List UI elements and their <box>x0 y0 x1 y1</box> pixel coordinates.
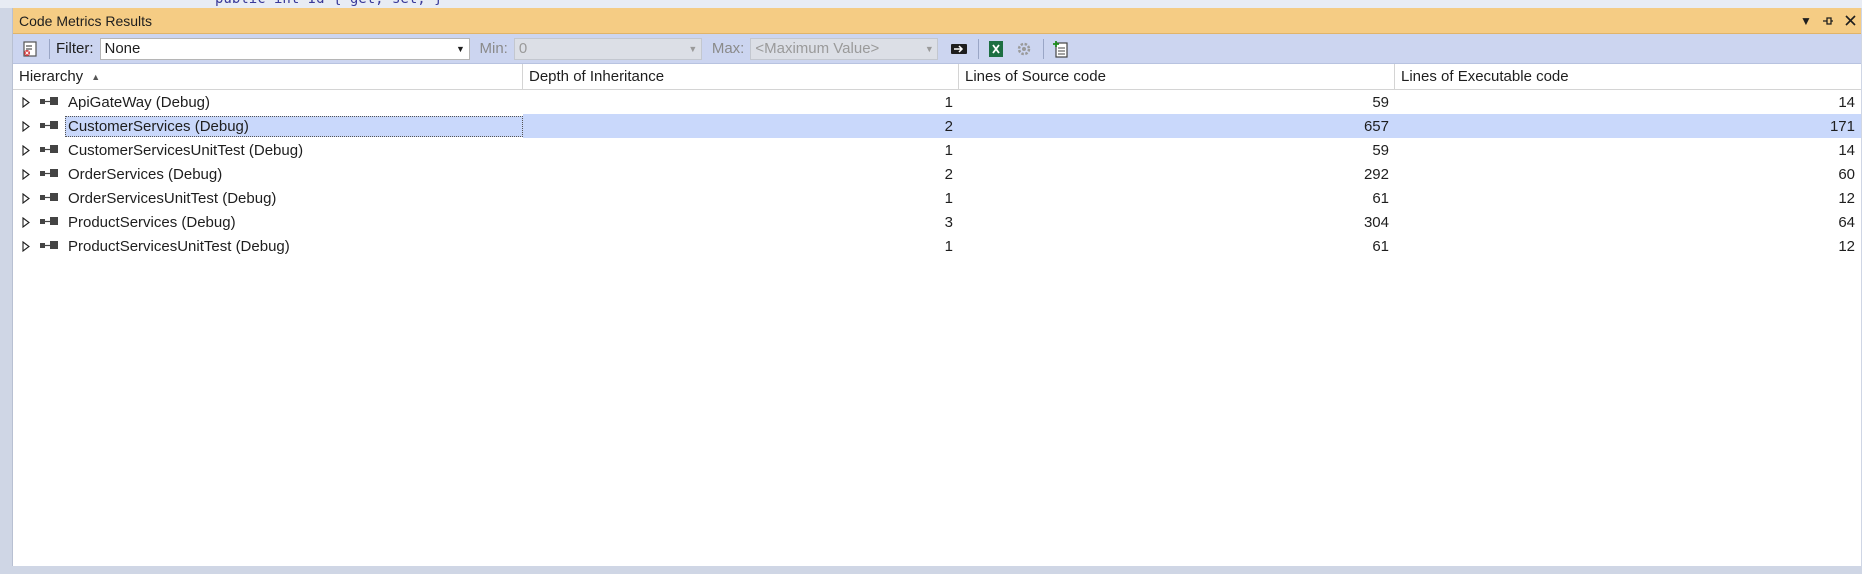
status-strip <box>0 566 1862 574</box>
column-header-label: Depth of Inheritance <box>529 68 665 85</box>
expand-arrow-icon[interactable] <box>19 167 33 181</box>
source-lines-cell: 59 <box>1372 141 1389 159</box>
row-name: OrderServicesUnitTest (Debug) <box>68 189 277 207</box>
sort-ascending-icon: ▲ <box>91 71 101 82</box>
row-name: ProductServices (Debug) <box>68 213 236 231</box>
metrics-toolbar: Filter: None ▼ Min: 0 ▼ Max: <Maximum Va… <box>13 34 1861 64</box>
depth-cell: 1 <box>944 93 953 111</box>
max-value-dropdown[interactable]: <Maximum Value> ▼ <box>750 37 939 60</box>
code-metrics-panel: Code Metrics Results ▼ Filter: None ▼ Mi… <box>12 8 1861 566</box>
toolbar-separator <box>978 38 980 59</box>
gear-icon[interactable] <box>1013 38 1035 60</box>
depth-cell: 3 <box>944 213 953 231</box>
row-name: CustomerServicesUnitTest (Debug) <box>68 141 304 159</box>
excel-export-icon[interactable] <box>985 38 1007 60</box>
editor-background-strip: public int Id { get; set; } <box>0 0 1862 8</box>
expand-arrow-icon[interactable] <box>19 143 33 157</box>
table-row[interactable]: OrderServicesUnitTest (Debug) 1 61 12 <box>13 186 1861 210</box>
executable-lines-cell: 12 <box>1838 189 1855 207</box>
source-lines-cell: 61 <box>1372 237 1389 255</box>
window-position-dropdown-icon[interactable]: ▼ <box>1795 10 1817 32</box>
depth-cell: 2 <box>944 117 953 135</box>
filter-dropdown-value: None <box>104 40 141 57</box>
table-row[interactable]: ApiGateWay (Debug) 1 59 14 <box>13 90 1861 114</box>
toolbar-separator <box>1043 38 1045 59</box>
calculate-metrics-icon[interactable] <box>19 38 41 60</box>
expand-arrow-icon[interactable] <box>19 215 33 229</box>
expand-arrow-icon[interactable] <box>19 119 33 133</box>
assembly-icon <box>39 120 59 132</box>
assembly-icon <box>39 144 59 156</box>
executable-lines-cell: 14 <box>1838 93 1855 111</box>
column-header-label: Lines of Executable code <box>1401 68 1569 85</box>
column-header-hierarchy[interactable]: Hierarchy ▲ <box>13 64 523 89</box>
expand-arrow-icon[interactable] <box>19 95 33 109</box>
table-row-selected[interactable]: CustomerServices (Debug) 2 657 171 <box>13 114 1861 138</box>
row-name: OrderServices (Debug) <box>68 165 223 183</box>
metrics-grid: Hierarchy ▲ Depth of Inheritance Lines o… <box>13 64 1861 566</box>
assembly-icon <box>39 168 59 180</box>
close-icon[interactable] <box>1839 10 1861 32</box>
executable-lines-cell: 14 <box>1838 141 1855 159</box>
executable-lines-cell: 171 <box>1829 117 1855 135</box>
add-column-icon[interactable] <box>1050 38 1072 60</box>
row-name: ProductServicesUnitTest (Debug) <box>68 237 290 255</box>
apply-filter-icon[interactable] <box>948 38 970 60</box>
executable-lines-cell: 12 <box>1838 237 1855 255</box>
chevron-down-icon: ▼ <box>456 43 465 54</box>
row-name: ApiGateWay (Debug) <box>68 93 211 111</box>
column-header-lines-of-executable-code[interactable]: Lines of Executable code <box>1395 64 1861 89</box>
depth-cell: 1 <box>944 237 953 255</box>
executable-lines-cell: 64 <box>1838 213 1855 231</box>
expand-arrow-icon[interactable] <box>19 191 33 205</box>
depth-cell: 2 <box>944 165 953 183</box>
assembly-icon <box>39 192 59 204</box>
assembly-icon <box>39 96 59 108</box>
pin-icon[interactable] <box>1817 10 1839 32</box>
max-value-text: <Maximum Value> <box>755 40 880 57</box>
depth-cell: 1 <box>944 141 953 159</box>
chevron-down-icon: ▼ <box>688 43 698 54</box>
column-header-label: Lines of Source code <box>965 68 1106 85</box>
source-lines-cell: 657 <box>1363 117 1389 135</box>
toolbar-separator <box>49 38 50 59</box>
assembly-icon <box>39 240 59 252</box>
table-row[interactable]: OrderServices (Debug) 2 292 60 <box>13 162 1861 186</box>
min-value-dropdown[interactable]: 0 ▼ <box>513 37 702 60</box>
assembly-icon <box>39 216 59 228</box>
max-label: Max: <box>711 40 745 57</box>
executable-lines-cell: 60 <box>1838 165 1855 183</box>
row-name: CustomerServices (Debug) <box>65 115 523 137</box>
column-header-depth-of-inheritance[interactable]: Depth of Inheritance <box>523 64 959 89</box>
min-value-text: 0 <box>518 40 528 57</box>
min-label: Min: <box>479 40 508 57</box>
expand-arrow-icon[interactable] <box>19 239 33 253</box>
source-lines-cell: 292 <box>1363 165 1389 183</box>
grid-header: Hierarchy ▲ Depth of Inheritance Lines o… <box>13 64 1861 90</box>
filter-dropdown[interactable]: None ▼ <box>99 37 470 60</box>
column-header-lines-of-source-code[interactable]: Lines of Source code <box>959 64 1395 89</box>
table-row[interactable]: CustomerServicesUnitTest (Debug) 1 59 14 <box>13 138 1861 162</box>
table-row[interactable]: ProductServices (Debug) 3 304 64 <box>13 210 1861 234</box>
filter-label: Filter: <box>56 40 94 57</box>
panel-title: Code Metrics Results <box>19 12 153 29</box>
table-row[interactable]: ProductServicesUnitTest (Debug) 1 61 12 <box>13 234 1861 258</box>
panel-titlebar: Code Metrics Results ▼ <box>13 8 1861 34</box>
source-lines-cell: 304 <box>1363 213 1389 231</box>
chevron-down-icon: ▼ <box>924 43 934 54</box>
depth-cell: 1 <box>944 189 953 207</box>
column-header-label: Hierarchy <box>19 68 84 85</box>
editor-code-fragment: public int Id { get; set; } <box>215 0 443 7</box>
source-lines-cell: 59 <box>1372 93 1389 111</box>
source-lines-cell: 61 <box>1372 189 1389 207</box>
